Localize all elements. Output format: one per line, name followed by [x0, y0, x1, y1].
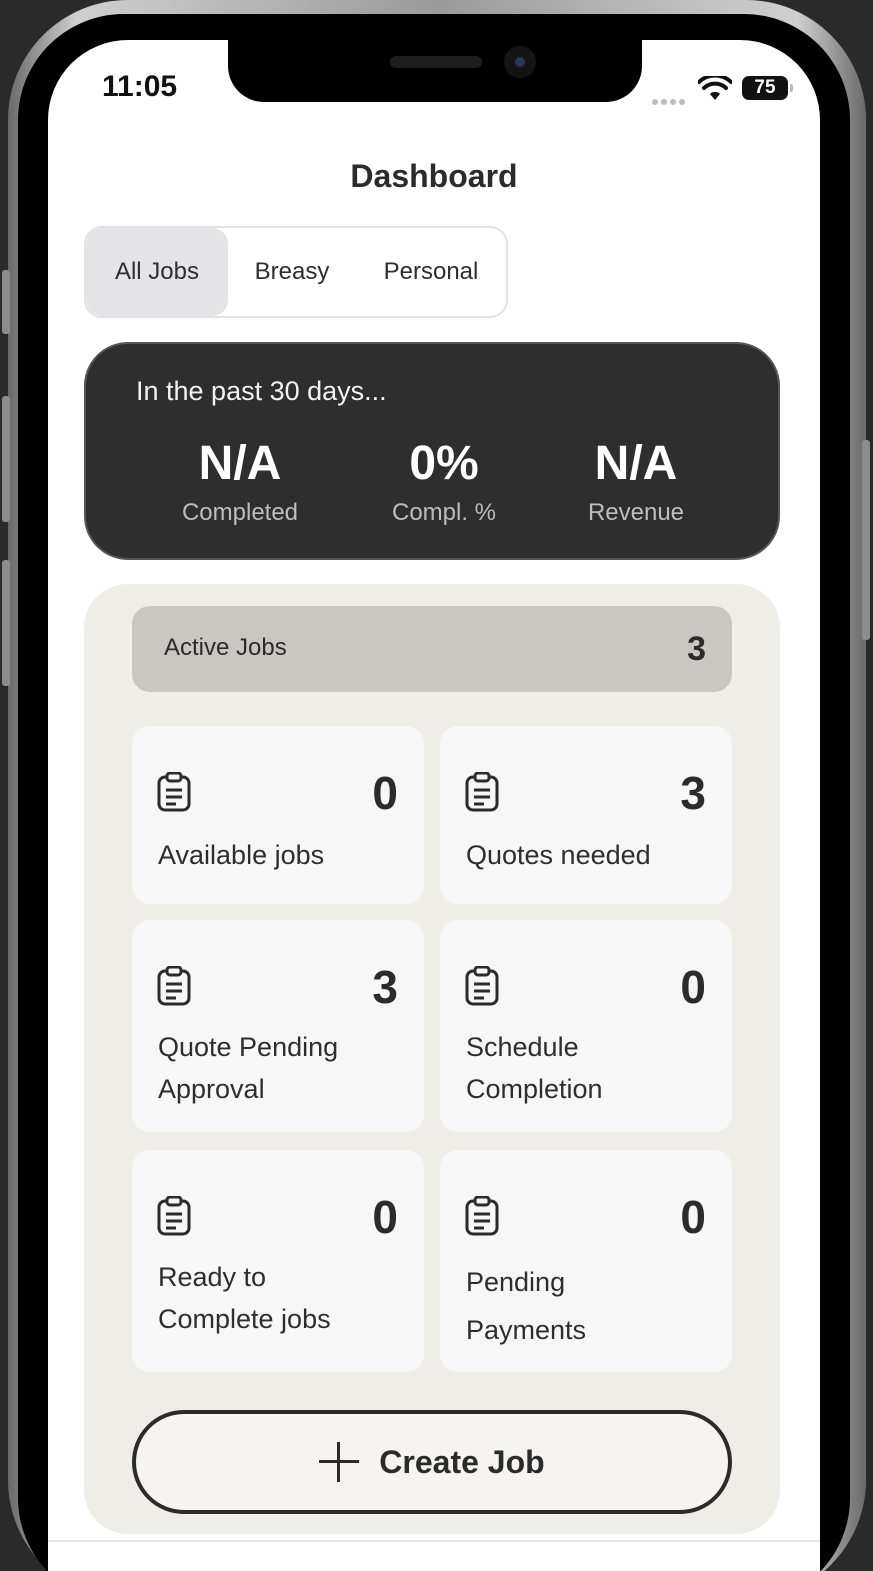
active-jobs-bar[interactable]: Active Jobs 3: [132, 606, 732, 692]
card-label: Quote Pending Approval: [158, 1032, 339, 1104]
card-count: 0: [372, 1191, 398, 1243]
create-job-label: Create Job: [379, 1443, 545, 1480]
create-job-button[interactable]: Create Job: [132, 1410, 732, 1514]
job-filter-tabs: All Jobs Breasy Personal: [84, 226, 508, 318]
mute-switch: [2, 270, 10, 334]
screen: 11:05 75 Dashboard All Jobs Breasy Perso…: [48, 40, 820, 1571]
active-jobs-count: 3: [687, 630, 706, 668]
clipboard-icon: [157, 772, 191, 812]
cellular-signal-icon: [652, 92, 688, 105]
jobs-panel: Active Jobs 3 0 Available jobs 3 Quotes …: [84, 584, 780, 1534]
stat-label: Compl. %: [391, 499, 497, 526]
tab-bar-divider: [48, 1540, 820, 1542]
card-count: 3: [680, 767, 706, 819]
card-label: Schedule Completion: [466, 1032, 603, 1104]
card-label: Available jobs: [158, 840, 325, 870]
card-quote-pending-approval[interactable]: 3 Quote Pending Approval: [132, 920, 424, 1132]
plus-icon: [319, 1442, 360, 1482]
wifi-icon: [698, 76, 732, 100]
card-label: Ready to Complete jobs: [158, 1262, 331, 1334]
speaker-grille: [390, 56, 482, 68]
stat-value: N/A: [198, 437, 282, 490]
stat-completed: N/A Completed: [140, 436, 340, 527]
card-schedule-completion[interactable]: 0 Schedule Completion: [440, 920, 732, 1132]
front-camera: [504, 46, 536, 78]
notch: [228, 40, 642, 102]
card-quotes-needed[interactable]: 3 Quotes needed: [440, 726, 732, 904]
volume-down-button: [2, 560, 10, 686]
battery-icon: 75: [742, 76, 793, 100]
card-available-jobs[interactable]: 0 Available jobs: [132, 726, 424, 904]
stat-value: N/A: [594, 437, 678, 490]
card-label: Pending Payments: [466, 1267, 587, 1345]
power-button: [862, 440, 870, 640]
card-count: 0: [680, 961, 706, 1013]
stat-label: Revenue: [587, 499, 685, 526]
tab-all-jobs[interactable]: All Jobs: [86, 228, 228, 316]
clipboard-icon: [157, 1196, 191, 1236]
clipboard-icon: [465, 772, 499, 812]
tab-breasy[interactable]: Breasy: [228, 228, 356, 316]
card-pending-payments[interactable]: 0 Pending Payments: [440, 1150, 732, 1372]
card-count: 0: [372, 767, 398, 819]
card-label: Quotes needed: [466, 840, 651, 870]
volume-up-button: [2, 396, 10, 522]
clipboard-icon: [157, 966, 191, 1006]
active-jobs-label: Active Jobs: [164, 634, 287, 661]
stat-label: Completed: [181, 499, 299, 526]
summary-heading: In the past 30 days...: [136, 376, 387, 406]
stat-completion-percent: 0% Compl. %: [344, 436, 544, 527]
summary-card: In the past 30 days... N/A Completed 0% …: [84, 342, 780, 560]
stat-revenue: N/A Revenue: [536, 436, 736, 527]
clipboard-icon: [465, 966, 499, 1006]
status-time: 11:05: [102, 70, 178, 103]
card-count: 0: [680, 1191, 706, 1243]
tab-personal[interactable]: Personal: [356, 228, 506, 316]
card-count: 3: [372, 961, 398, 1013]
page-title: Dashboard: [350, 158, 518, 194]
card-ready-to-complete-jobs[interactable]: 0 Ready to Complete jobs: [132, 1150, 424, 1372]
stat-value: 0%: [409, 437, 479, 490]
clipboard-icon: [465, 1196, 499, 1236]
